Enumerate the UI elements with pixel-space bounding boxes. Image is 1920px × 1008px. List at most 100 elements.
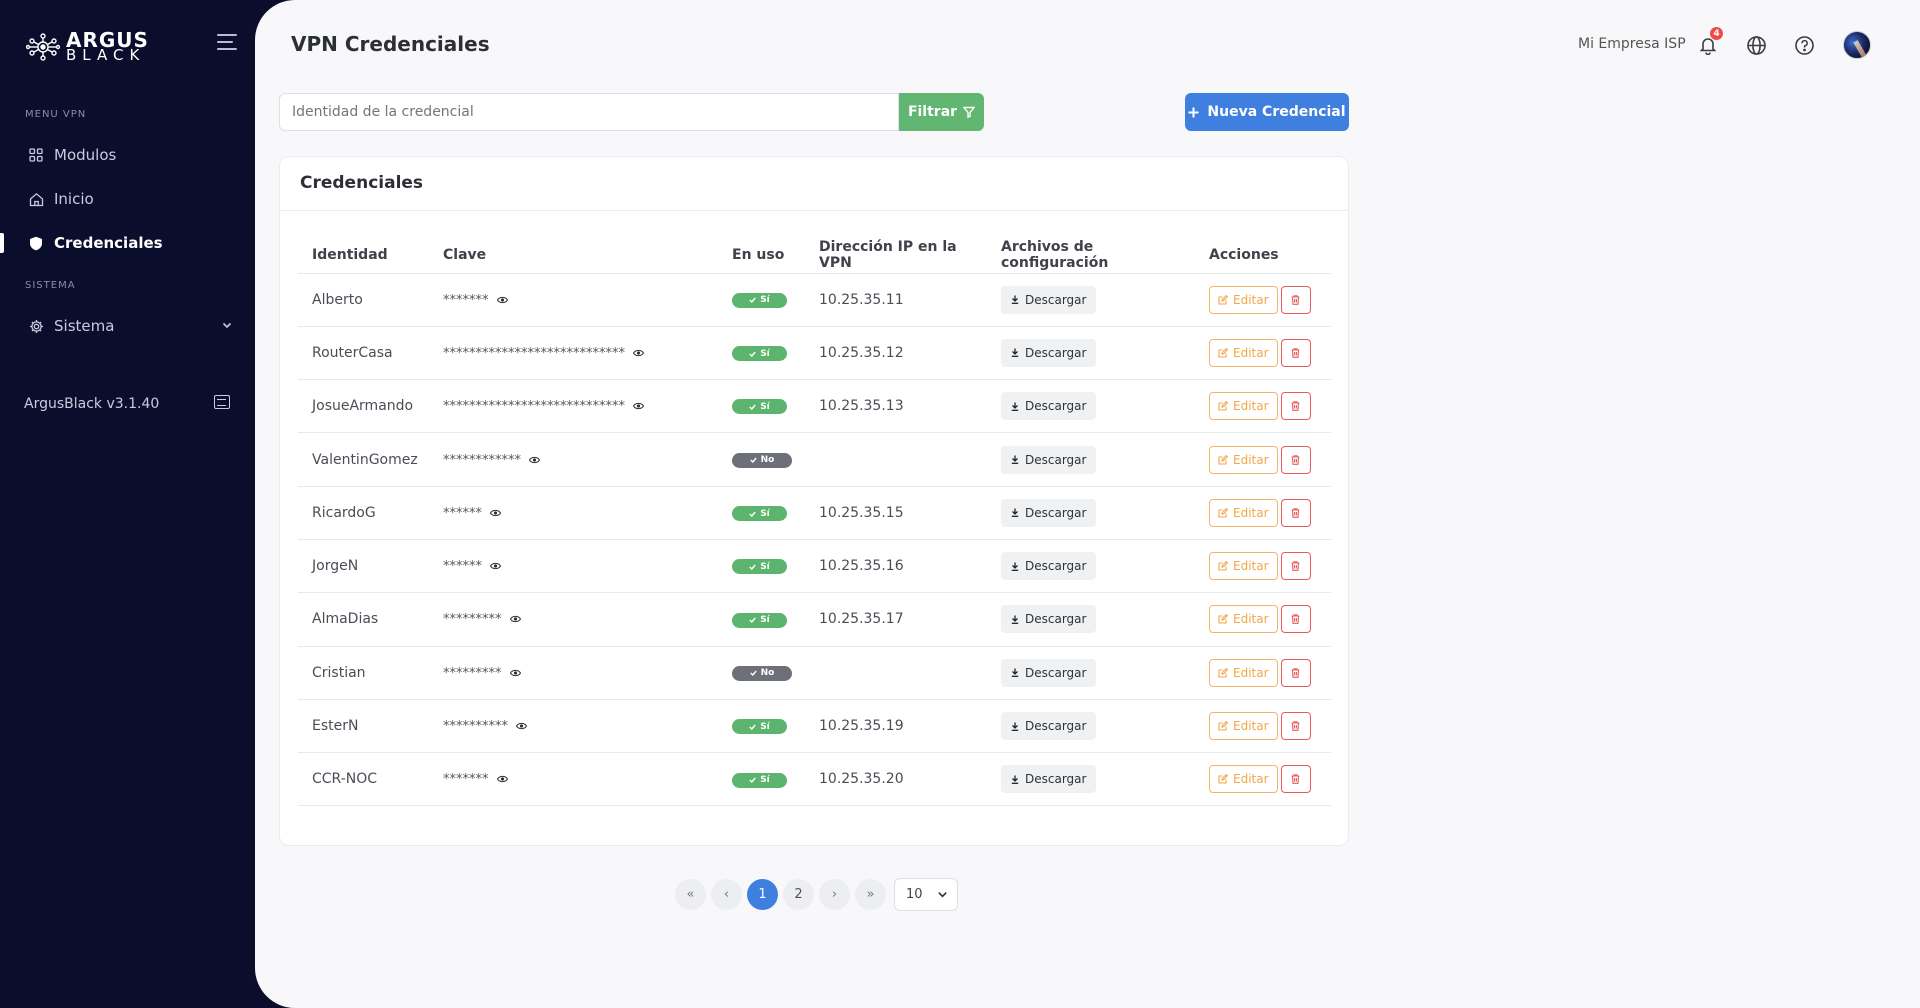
eye-icon[interactable]	[496, 771, 508, 787]
download-icon	[1011, 348, 1019, 358]
cell-key: ****************************	[429, 326, 718, 381]
eye-icon[interactable]	[632, 345, 645, 361]
gear-icon	[28, 318, 44, 334]
delete-button[interactable]	[1280, 605, 1311, 634]
card-title: Credenciales	[300, 173, 424, 193]
download-button[interactable]: Descargar	[1001, 712, 1097, 741]
cell-identity: EsterN	[298, 699, 429, 754]
cell-config: Descargar	[987, 699, 1195, 754]
table-row: ValentinGomez ************ No Descargar …	[298, 432, 1331, 487]
download-button[interactable]: Descargar	[1001, 392, 1097, 421]
cell-in-use: Sí	[718, 326, 805, 381]
brand-logo[interactable]: ARGUS BLACK	[26, 30, 149, 63]
last-page-button[interactable]: »	[855, 879, 886, 910]
delete-button[interactable]	[1280, 765, 1311, 794]
menu-toggle-icon[interactable]	[217, 34, 237, 52]
download-button[interactable]: Descargar	[1001, 338, 1097, 367]
eye-icon[interactable]	[489, 558, 502, 574]
edit-button[interactable]: Editar	[1209, 285, 1278, 314]
download-icon	[1011, 295, 1019, 305]
card-divider	[280, 210, 1348, 211]
download-button[interactable]: Descargar	[1001, 552, 1097, 581]
download-button[interactable]: Descargar	[1001, 658, 1097, 687]
first-page-button[interactable]: «	[675, 879, 706, 910]
edit-button[interactable]: Editar	[1209, 392, 1278, 421]
delete-button[interactable]	[1280, 712, 1311, 741]
edit-button[interactable]: Editar	[1209, 712, 1278, 741]
delete-button[interactable]	[1280, 338, 1311, 367]
new-credential-button[interactable]: Nueva Credencial	[1185, 93, 1349, 131]
delete-button[interactable]	[1280, 552, 1311, 581]
search-input[interactable]	[279, 93, 899, 131]
download-button[interactable]: Descargar	[1001, 605, 1097, 634]
eye-icon[interactable]	[509, 611, 521, 627]
cell-in-use: Sí	[718, 379, 805, 434]
eye-icon[interactable]	[489, 505, 502, 521]
sidebar-item-inicio[interactable]: Inicio	[0, 184, 255, 214]
eye-icon[interactable]	[509, 665, 521, 681]
cell-config: Descargar	[987, 432, 1195, 487]
user-avatar[interactable]	[1843, 31, 1871, 59]
cell-actions: Editar	[1195, 486, 1331, 540]
edit-label: Editar	[1233, 452, 1269, 467]
download-button[interactable]: Descargar	[1001, 498, 1097, 527]
delete-button[interactable]	[1280, 392, 1311, 421]
page-size-select[interactable]: 10	[894, 878, 958, 911]
cell-actions: Editar	[1195, 379, 1331, 434]
cell-actions: Editar	[1195, 699, 1331, 754]
delete-button[interactable]	[1280, 498, 1311, 527]
edit-label: Editar	[1233, 559, 1269, 574]
page-button-1[interactable]: 1	[747, 879, 778, 910]
edit-button[interactable]: Editar	[1209, 338, 1278, 367]
page-title: VPN Credenciales	[291, 32, 490, 56]
download-button[interactable]: Descargar	[1001, 285, 1097, 314]
page-button-2[interactable]: 2	[783, 879, 814, 910]
edit-button[interactable]: Editar	[1209, 552, 1278, 581]
download-label: Descargar	[1025, 452, 1087, 467]
cell-key: ******	[429, 539, 718, 594]
edit-button[interactable]: Editar	[1209, 605, 1278, 634]
delete-button[interactable]	[1280, 658, 1311, 687]
help-icon[interactable]	[1793, 34, 1815, 56]
edit-button[interactable]: Editar	[1209, 498, 1278, 527]
cell-ip: 10.25.35.12	[805, 326, 987, 381]
edit-button[interactable]: Editar	[1209, 765, 1278, 794]
masked-key: *******	[443, 292, 489, 308]
terminal-icon[interactable]	[214, 395, 230, 409]
download-button[interactable]: Descargar	[1001, 765, 1097, 794]
company-name[interactable]: Mi Empresa ISP	[1578, 36, 1686, 52]
column-header-config-files: Archivos de configuración	[987, 237, 1195, 274]
eye-icon[interactable]	[496, 292, 508, 308]
cell-in-use: Sí	[718, 486, 805, 540]
download-button[interactable]: Descargar	[1001, 445, 1097, 474]
next-page-button[interactable]: ›	[819, 879, 850, 910]
column-header-ip: Dirección IP en la VPN	[805, 237, 987, 274]
sidebar-item-credenciales[interactable]: Credenciales	[0, 228, 255, 258]
check-icon	[749, 511, 756, 517]
cell-config: Descargar	[987, 273, 1195, 327]
in-use-badge: Sí	[732, 346, 787, 362]
sidebar-item-modulos[interactable]: Modulos	[0, 140, 255, 170]
in-use-label: No	[760, 668, 775, 679]
edit-icon	[1218, 774, 1228, 784]
trash-icon	[1291, 667, 1300, 678]
cell-key: *********	[429, 592, 718, 647]
edit-button[interactable]: Editar	[1209, 445, 1278, 474]
filter-button-label: Filtrar	[907, 104, 958, 120]
edit-icon	[1218, 454, 1228, 465]
delete-button[interactable]	[1280, 445, 1311, 474]
edit-icon	[1218, 347, 1228, 358]
eye-icon[interactable]	[515, 718, 528, 734]
cell-actions: Editar	[1195, 592, 1331, 647]
eye-icon[interactable]	[528, 452, 541, 468]
check-icon	[749, 404, 756, 410]
download-icon	[1011, 722, 1019, 731]
prev-page-button[interactable]: ‹	[711, 879, 742, 910]
eye-icon[interactable]	[632, 398, 645, 414]
delete-button[interactable]	[1280, 285, 1311, 314]
sidebar-item-sistema[interactable]: Sistema	[0, 311, 255, 341]
masked-key: ****************************	[443, 345, 625, 361]
globe-icon[interactable]	[1745, 34, 1767, 56]
edit-button[interactable]: Editar	[1209, 658, 1278, 687]
filter-button[interactable]: Filtrar	[899, 93, 984, 131]
